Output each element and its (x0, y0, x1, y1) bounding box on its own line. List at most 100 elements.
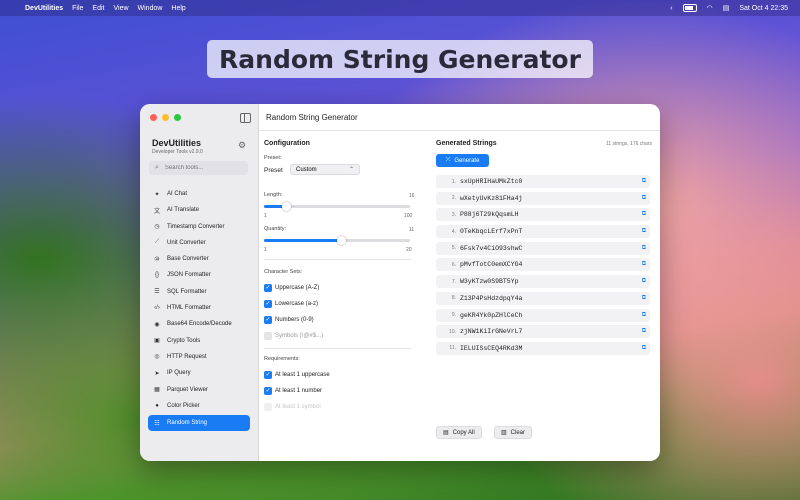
sidebar-item-base-converter[interactable]: ⑩ Base Converter (148, 252, 250, 266)
zoom-window-button[interactable] (174, 114, 181, 121)
minimize-window-button[interactable] (162, 114, 169, 121)
chevron-left-icon[interactable]: ‹ (670, 5, 672, 12)
charset-lowercase[interactable]: ✓ Lowercase (a-z) (264, 300, 318, 308)
list-item[interactable]: 9. geKR4Yk0pZHlCeCh ⧉ (436, 308, 650, 322)
menu-window[interactable]: Window (138, 5, 163, 12)
length-slider-knob[interactable] (281, 202, 291, 211)
checkbox-label: At least 1 uppercase (275, 372, 330, 378)
list-item[interactable]: 2. wXetyUvKz81FHa4j ⧉ (436, 191, 650, 205)
generated-string: IELUISsCEQ4RKd3M (460, 344, 523, 352)
row-index: 7. (451, 278, 456, 285)
sidebar-item-http-request[interactable]: ◎ HTTP Request (148, 350, 250, 364)
list-item[interactable]: 3. P88j6T29kQqsmLH ⧉ (436, 208, 650, 222)
copy-icon[interactable]: ⧉ (642, 311, 646, 319)
checkbox[interactable]: ✓ (264, 403, 272, 411)
row-index: 5. (451, 245, 456, 252)
copy-icon[interactable]: ⧉ (642, 177, 646, 185)
generate-button[interactable]: ⤫ Generate (436, 154, 489, 167)
require-symbol[interactable]: ✓At least 1 symbol (264, 403, 321, 411)
list-item[interactable]: 6. pMvfTotC0emXCYG4 ⧉ (436, 258, 650, 272)
charset-uppercase[interactable]: ✓ Uppercase (A-Z) (264, 284, 319, 292)
search-field[interactable]: ⌕ (149, 161, 248, 175)
palette-icon: ● (155, 402, 159, 409)
quantity-label: Quantity: (264, 226, 287, 232)
quantity-max: 20 (406, 247, 412, 253)
sidebar-item-unit-converter[interactable]: ⟋ Unit Converter (148, 236, 250, 250)
copy-icon[interactable]: ⧉ (642, 344, 646, 352)
charset-symbols[interactable]: ✓Symbols (!@#$...) (264, 332, 323, 340)
gear-icon[interactable]: ⚙ (238, 140, 246, 151)
copy-icon[interactable]: ⧉ (642, 227, 646, 235)
preset-value: Custom (296, 166, 317, 173)
checkbox[interactable]: ✓ (264, 371, 272, 379)
table-icon: ▦ (154, 387, 160, 394)
copy-icon[interactable]: ⧉ (642, 194, 646, 202)
require-number[interactable]: ✓ At least 1 number (264, 387, 322, 395)
menu-app-name[interactable]: DevUtilities (25, 5, 63, 12)
list-item[interactable]: 4. 0TeKbqcLErf7xPnT ⧉ (436, 225, 650, 239)
copy-icon[interactable]: ⧉ (642, 294, 646, 302)
copy-icon[interactable]: ⧉ (642, 277, 646, 285)
list-item[interactable]: 7. W3yKTzw0S9BT5Yp ⧉ (436, 275, 650, 289)
generated-string: zjNW1KiIrGNeVrL7 (460, 328, 523, 336)
wifi-icon[interactable]: ◠ (707, 4, 713, 12)
sidebar-item-label: Color Picker (167, 402, 200, 409)
list-item[interactable]: 10. zjNW1KiIrGNeVrL7 ⧉ (436, 325, 650, 339)
list-item[interactable]: 1. sxUpHRIHaUMkZtc0 ⧉ (436, 175, 650, 188)
close-window-button[interactable] (150, 114, 157, 121)
sidebar-item-parquet-viewer[interactable]: ▦ Parquet Viewer (148, 383, 250, 397)
length-label: Length: (264, 192, 283, 198)
sidebar-item-ip-query[interactable]: ➤ IP Query (148, 366, 250, 380)
sidebar-item-html-formatter[interactable]: ‹/› HTML Formatter (148, 301, 250, 315)
copy-icon[interactable]: ⧉ (642, 327, 646, 335)
sidebar-item-label: JSON Formatter (167, 272, 211, 279)
sidebar-item-ai-chat[interactable]: ✦ AI Chat (148, 187, 250, 201)
copy-icon[interactable]: ⧉ (642, 244, 646, 252)
generated-string: 6Fsk7v4CiO93shwC (460, 244, 523, 252)
menu-file[interactable]: File (72, 5, 83, 12)
menu-help[interactable]: Help (171, 5, 185, 12)
divider (264, 348, 411, 349)
list-item[interactable]: 8. Z13P4PsHdzdpqY4a ⧉ (436, 291, 650, 305)
sidebar-item-base64[interactable]: ◉ Base64 Encode/Decode (148, 317, 250, 331)
list-item[interactable]: 11. IELUISsCEQ4RKd3M ⧉ (436, 341, 650, 355)
list-item[interactable]: 5. 6Fsk7v4CiO93shwC ⧉ (436, 241, 650, 255)
checkbox[interactable]: ✓ (264, 300, 272, 308)
clock[interactable]: Sat Oct 4 22:35 (739, 5, 788, 12)
checkbox[interactable]: ✓ (264, 387, 272, 395)
quantity-slider-knob[interactable] (337, 236, 347, 245)
sidebar-item-label: Parquet Viewer (167, 386, 208, 393)
length-min: 1 (264, 213, 267, 219)
app-title: DevUtilities (152, 138, 202, 148)
charset-numbers[interactable]: ✓ Numbers (0-9) (264, 316, 314, 324)
checkbox[interactable]: ✓ (264, 332, 272, 340)
globe-icon: ◎ (154, 354, 160, 361)
sidebar-item-crypto-tools[interactable]: ▣ Crypto Tools (148, 334, 250, 348)
copy-icon[interactable]: ⧉ (642, 210, 646, 218)
sidebar-item-sql-formatter[interactable]: ☰ SQL Formatter (148, 285, 250, 299)
quantity-min: 1 (264, 247, 267, 253)
sidebar-item-random-string[interactable]: ☷ Random String (148, 415, 250, 432)
quantity-slider[interactable] (264, 236, 410, 245)
checkbox-label: At least 1 number (275, 388, 323, 394)
menu-view[interactable]: View (113, 5, 128, 12)
require-uppercase[interactable]: ✓ At least 1 uppercase (264, 371, 330, 379)
checkbox[interactable]: ✓ (264, 316, 272, 324)
sidebar-item-json-formatter[interactable]: {} JSON Formatter (148, 268, 250, 282)
search-input[interactable] (162, 164, 242, 172)
sidebar-toggle-icon[interactable] (240, 113, 251, 123)
generated-string: pMvfTotC0emXCYG4 (460, 261, 523, 269)
preset-select[interactable]: Custom ⌃ (290, 164, 360, 175)
copy-all-button[interactable]: ▤ Copy All (436, 426, 482, 439)
battery-icon[interactable] (682, 4, 697, 12)
clear-button[interactable]: ▥ Clear (494, 426, 533, 439)
sidebar-item-ai-translate[interactable]: 文 AI Translate (148, 203, 250, 217)
sidebar-item-timestamp-converter[interactable]: ◷ Timestamp Converter (148, 220, 250, 234)
checkbox[interactable]: ✓ (264, 284, 272, 292)
menu-edit[interactable]: Edit (92, 5, 104, 12)
preset-label: Preset: (264, 155, 282, 161)
copy-icon[interactable]: ⧉ (642, 260, 646, 268)
length-slider[interactable] (264, 202, 410, 211)
sidebar-item-color-picker[interactable]: ● Color Picker (148, 399, 250, 413)
control-center-icon[interactable]: ▤ (723, 4, 730, 12)
